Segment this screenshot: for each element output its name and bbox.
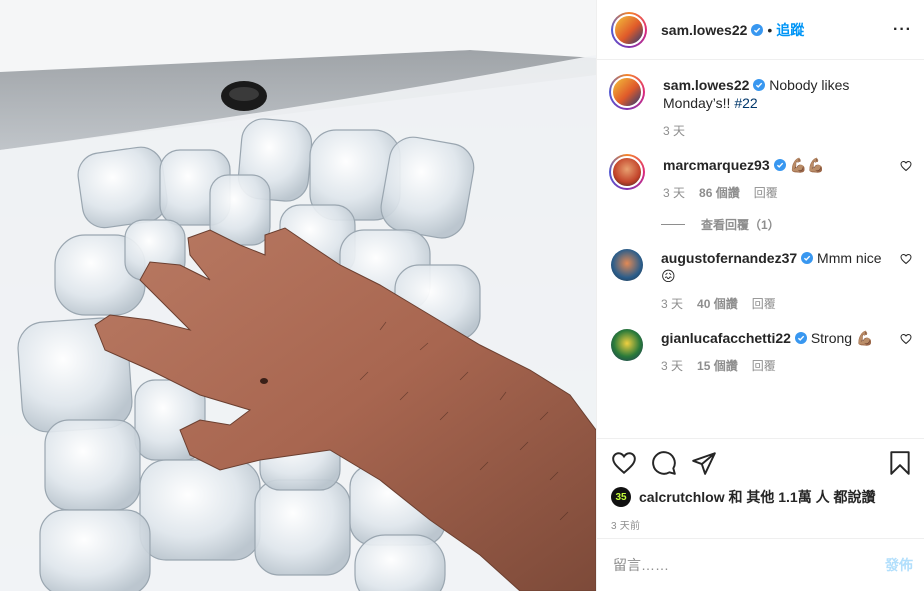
author-username[interactable]: sam.lowes22 — [661, 22, 747, 38]
post-actions: 35 calcrutchlow 和 其他 1.1萬 人 都說讚 3 天前 — [597, 438, 924, 532]
heart-icon[interactable] — [611, 450, 637, 476]
bookmark-icon[interactable] — [887, 450, 913, 476]
post-comment-button[interactable]: 發佈 — [885, 555, 913, 575]
view-replies-label: 查看回覆（1） — [701, 218, 780, 232]
comment-time[interactable]: 3 天 — [661, 357, 683, 375]
post-header: sam.lowes22 • 追蹤 ··· — [597, 0, 924, 60]
commenter-avatar[interactable] — [611, 329, 643, 361]
verified-badge-icon — [773, 159, 786, 171]
post-side-panel: sam.lowes22 • 追蹤 ··· sam.lowes22 Nobody … — [596, 0, 924, 591]
comment-item: gianlucafacchetti22 Strong 💪🏽 3 天 15 個讚 … — [611, 329, 912, 375]
comment-likes[interactable]: 15 個讚 — [697, 357, 738, 375]
reply-button[interactable]: 回覆 — [752, 357, 776, 375]
more-options-icon[interactable]: ··· — [893, 21, 912, 39]
reply-button[interactable]: 回覆 — [754, 184, 778, 202]
add-comment-bar: 發佈 — [597, 538, 924, 591]
ice-hand-photo — [0, 0, 596, 591]
verified-badge-icon — [794, 332, 807, 344]
comment-item: augustofernandez37 Mmm nice 😖 3 天 40 個讚 … — [611, 249, 912, 313]
comment-input[interactable] — [613, 557, 885, 573]
liker-avatar[interactable]: 35 — [611, 487, 631, 507]
author-avatar[interactable] — [609, 74, 645, 110]
separator-dot: • — [767, 21, 773, 38]
comment-likes[interactable]: 86 個讚 — [699, 184, 740, 202]
caption-username[interactable]: sam.lowes22 — [663, 77, 749, 93]
follow-button[interactable]: 追蹤 — [776, 20, 804, 40]
caption-time[interactable]: 3 天 — [663, 122, 685, 140]
post-timestamp[interactable]: 3 天前 — [611, 517, 913, 532]
share-icon[interactable] — [691, 450, 717, 476]
likes-summary[interactable]: 35 calcrutchlow 和 其他 1.1萬 人 都說讚 — [611, 487, 913, 507]
comment-username[interactable]: gianlucafacchetti22 — [661, 330, 791, 346]
comment-time[interactable]: 3 天 — [661, 295, 683, 313]
post-caption: sam.lowes22 Nobody likes Monday’s!! #22 … — [609, 74, 912, 140]
author-avatar[interactable] — [611, 11, 647, 48]
comment-likes[interactable]: 40 個讚 — [697, 295, 738, 313]
view-replies-button[interactable]: 查看回覆（1） — [661, 216, 912, 233]
like-comment-heart-icon[interactable] — [900, 253, 912, 265]
verified-badge-icon — [801, 252, 814, 264]
comment-username[interactable]: marcmarquez93 — [663, 157, 770, 173]
like-comment-heart-icon[interactable] — [900, 160, 912, 172]
comment-time[interactable]: 3 天 — [663, 184, 685, 202]
comments-list[interactable]: sam.lowes22 Nobody likes Monday’s!! #22 … — [597, 60, 924, 437]
like-comment-heart-icon[interactable] — [900, 333, 912, 345]
comment-text: Strong 💪🏽 — [810, 330, 874, 346]
reply-button[interactable]: 回覆 — [752, 295, 776, 313]
verified-badge-icon — [753, 79, 766, 91]
commenter-avatar[interactable] — [609, 154, 645, 190]
comment-icon[interactable] — [651, 450, 677, 476]
commenter-avatar[interactable] — [611, 249, 643, 281]
caption-hashtag[interactable]: #22 — [734, 95, 757, 111]
comment-item: marcmarquez93 💪🏽💪🏽 3 天 86 個讚 回覆 — [609, 154, 912, 202]
comment-text: 💪🏽💪🏽 — [789, 157, 825, 173]
verified-badge-icon — [751, 23, 764, 36]
post-photo[interactable] — [0, 0, 596, 591]
comment-username[interactable]: augustofernandez37 — [661, 250, 797, 266]
likes-summary-text[interactable]: calcrutchlow 和 其他 1.1萬 人 都說讚 — [639, 487, 876, 507]
